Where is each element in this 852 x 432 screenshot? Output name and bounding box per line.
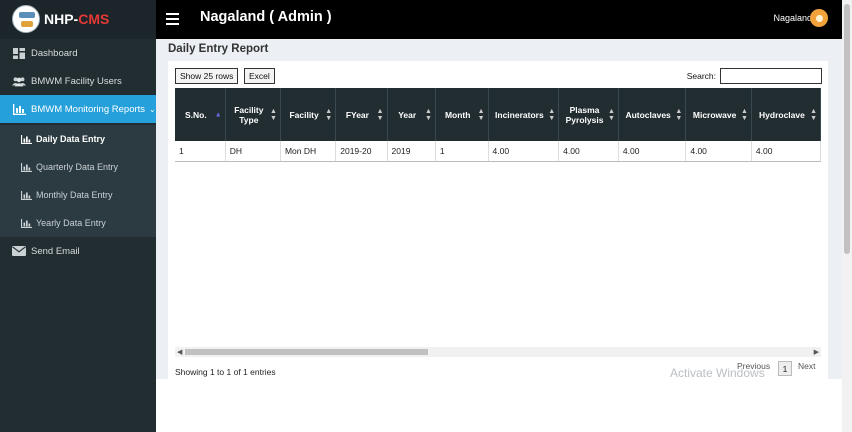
dashboard-icon [12,47,26,59]
hamburger-menu-icon[interactable] [166,13,179,25]
column-header-incinerators[interactable]: Incinerators ▲ ▼ [488,88,560,141]
horizontal-scrollbar[interactable]: ◀ ▶ [175,347,821,357]
sort-icon: ▲ ▼ [675,107,683,122]
sort-icon: ▲ ▼ [270,107,277,122]
sort-icon: ▲ ▼ [740,107,748,122]
column-header-microwave[interactable]: Microwave ▲ ▼ [685,88,752,141]
bar-chart-icon [20,218,32,228]
scroll-right-icon[interactable]: ▶ [814,348,819,356]
column-header-facility[interactable]: Facility ▲ ▼ [280,88,337,141]
table-info: Showing 1 to 1 of 1 entries [175,367,276,377]
table-row: 1 DH Mon DH 2019-20 2019 1 4.00 4.00 4.0… [175,141,821,162]
column-header-autoclaves[interactable]: Autoclaves ▲ ▼ [618,88,687,141]
table-cell: 4.00 [685,141,752,162]
activate-windows-watermark: Activate Windows [670,366,765,380]
users-icon [12,75,26,87]
sidebar-subitem-daily-data-entry[interactable]: Daily Data Entry [0,125,156,153]
bar-chart-icon [20,162,32,172]
table-cell: Mon DH [280,141,337,162]
avatar[interactable] [810,9,828,27]
sidebar-subitem-yearly-data-entry[interactable]: Yearly Data Entry [0,209,156,237]
sidebar-item-label: Dashboard [31,47,78,59]
sort-ascending-icon: ▲ [214,111,222,118]
show-rows-button[interactable]: Show 25 rows [175,68,239,84]
top-navbar: Nagaland ( Admin ) Nagaland [156,0,842,39]
table-cell: 4.00 [751,141,821,162]
excel-button[interactable]: Excel [244,68,275,84]
table-cell: 1 [175,141,226,162]
content-area: Daily Entry Report Show 25 rows Excel Se… [156,39,842,379]
scrollbar-thumb[interactable] [844,4,850,254]
scroll-left-icon[interactable]: ◀ [177,348,182,356]
chevron-down-icon: ⌄ [149,104,156,114]
table-cell: 2019-20 [335,141,388,162]
sort-icon: ▲ ▼ [325,107,333,122]
column-header-hydroclave[interactable]: Hydroclave ▲ ▼ [751,88,821,141]
table-cell: 4.00 [488,141,560,162]
report-table: S.No. ▲ Facility Type ▲ ▼ Facility ▲ ▼ FYear ▲… [175,88,821,162]
sidebar-subitem-quarterly-data-entry[interactable]: Quarterly Data Entry [0,153,156,181]
sidebar-subitem-monthly-data-entry[interactable]: Monthly Data Entry [0,181,156,209]
table-cell: 4.00 [558,141,619,162]
sidebar-subitem-label: Monthly Data Entry [36,190,113,200]
column-header-facility-type[interactable]: Facility Type ▲ ▼ [225,88,281,141]
table-header-row: S.No. ▲ Facility Type ▲ ▼ Facility ▲ ▼ FYear ▲… [175,88,821,141]
table-cell: DH [225,141,281,162]
sort-icon: ▲ ▼ [376,107,384,122]
sidebar: NHP-CMS Dashboard BMWM Facility Users BM… [0,0,156,432]
sidebar-item-send-email[interactable]: Send Email [0,237,156,265]
bar-chart-icon [12,103,26,115]
brand[interactable]: NHP-CMS [0,0,156,39]
column-header-fyear[interactable]: FYear ▲ ▼ [335,88,388,141]
sort-icon: ▲ ▼ [810,107,817,122]
next-button[interactable]: Next [798,361,815,371]
sidebar-subitem-label: Yearly Data Entry [36,218,106,228]
brand-name: NHP-CMS [44,11,110,27]
table-cell: 4.00 [618,141,687,162]
sidebar-item-dashboard[interactable]: Dashboard [0,39,156,67]
header-title: Nagaland ( Admin ) [200,9,332,25]
sidebar-item-monitoring-reports[interactable]: BMWM Monitoring Reports ⌄ [0,95,156,123]
page-scrollbar[interactable] [842,0,852,432]
column-header-month[interactable]: Month ▲ ▼ [435,88,489,141]
sort-icon: ▲ ▼ [607,107,615,122]
user-name[interactable]: Nagaland [773,13,812,23]
sidebar-item-label: Send Email [31,245,80,257]
sort-icon: ▲ ▼ [548,107,556,122]
sidebar-subitem-label: Quarterly Data Entry [36,162,119,172]
table-container: S.No. ▲ Facility Type ▲ ▼ Facility ▲ ▼ FYear ▲… [175,88,821,346]
sidebar-item-facility-users[interactable]: BMWM Facility Users [0,67,156,95]
search-input[interactable] [720,68,822,84]
column-header-plasma-pyrolysis[interactable]: Plasma Pyrolysis ▲ ▼ [558,88,619,141]
logo [12,5,40,33]
sidebar-item-label: BMWM Facility Users [31,75,122,87]
table-cell: 2019 [387,141,436,162]
sort-icon: ▲ ▼ [477,107,485,122]
bar-chart-icon [20,134,32,144]
sidebar-item-label: BMWM Monitoring Reports [31,103,146,115]
report-panel: Show 25 rows Excel Search: S.No. ▲ Facili… [168,61,828,379]
search-label: Search: [686,71,716,81]
column-header-year[interactable]: Year ▲ ▼ [387,88,436,141]
page-button-1[interactable]: 1 [778,361,792,376]
table-cell: 1 [435,141,489,162]
column-header-sno[interactable]: S.No. ▲ [175,88,226,141]
sidebar-subitem-label: Daily Data Entry [36,134,106,144]
scrollbar-thumb[interactable] [185,349,428,355]
envelope-icon [12,245,26,257]
bar-chart-icon [20,190,32,200]
sort-icon: ▲ ▼ [424,107,432,122]
page-title: Daily Entry Report [168,43,269,55]
